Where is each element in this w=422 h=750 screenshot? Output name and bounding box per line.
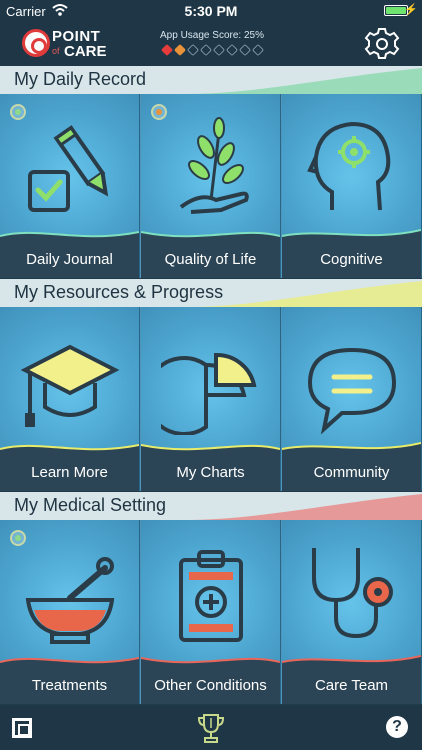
usage-dot <box>238 43 251 57</box>
tile-learn-more[interactable]: Learn More <box>0 307 140 491</box>
tile-care-team[interactable]: Care Team <box>282 520 422 704</box>
pie-chart-icon <box>161 352 257 435</box>
usage-score: App Usage Score: 25% <box>160 30 264 57</box>
tile-label: Quality of Life <box>164 251 257 268</box>
usage-dot <box>160 43 173 57</box>
mortar-pestle-icon <box>25 557 115 644</box>
graduation-cap-icon <box>20 344 120 427</box>
usage-dot <box>199 43 212 57</box>
app-header: POINT of CARE App Usage Score: 25% <box>0 22 422 66</box>
tile-label: Cognitive <box>320 251 383 268</box>
charging-icon: ⚡ <box>404 4 418 16</box>
clipboard-icon <box>179 550 243 642</box>
tile-quality-of-life[interactable]: Quality of Life <box>141 94 281 278</box>
tile-row-daily-record: Daily Journal Quality of Life Cognitive <box>0 94 422 278</box>
tile-my-charts[interactable]: My Charts <box>141 307 281 491</box>
tile-row-resources-progress: Learn More My Charts Community <box>0 307 422 491</box>
usage-dot <box>225 43 238 57</box>
stethoscope-icon <box>312 548 393 639</box>
usage-dot <box>212 43 225 57</box>
plant-hand-icon <box>179 117 249 214</box>
usage-score-meter <box>160 43 264 57</box>
section-title: My Daily Record <box>14 69 147 89</box>
tile-row-medical-setting: Treatments Other Conditions Care Team <box>0 520 422 704</box>
qr-scan-icon[interactable] <box>12 718 32 738</box>
tile-label: Daily Journal <box>26 251 113 268</box>
section-title: My Resources & Progress <box>14 282 224 302</box>
help-button[interactable]: ? <box>386 716 408 738</box>
tile-label: Other Conditions <box>154 677 267 694</box>
chat-bubble-icon <box>307 347 397 435</box>
section-header-daily-record: My Daily Record <box>0 66 422 94</box>
point-of-care-logo: POINT of CARE <box>22 26 117 60</box>
bottom-toolbar: ? <box>0 706 422 750</box>
section-header-resources-progress: My Resources & Progress <box>0 279 422 307</box>
head-gear-icon <box>307 121 391 211</box>
journal-pencil-icon <box>28 125 109 212</box>
tile-label: Care Team <box>314 677 389 694</box>
tile-label: Learn More <box>31 464 108 481</box>
usage-dot <box>251 43 264 57</box>
section-header-medical-setting: My Medical Setting <box>0 492 422 520</box>
tile-label: Community <box>313 464 390 481</box>
tile-cognitive[interactable]: Cognitive <box>282 94 422 278</box>
status-bar: Carrier 5:30 PM ⚡ <box>0 0 422 22</box>
tile-treatments[interactable]: Treatments <box>0 520 140 704</box>
usage-dot <box>173 43 186 57</box>
tile-other-conditions[interactable]: Other Conditions <box>141 520 281 704</box>
usage-dot <box>186 43 199 57</box>
tile-label: Treatments <box>31 677 108 694</box>
clock: 5:30 PM <box>184 3 238 19</box>
trophy-icon[interactable] <box>196 712 226 744</box>
tile-daily-journal[interactable]: Daily Journal <box>0 94 140 278</box>
tile-community[interactable]: Community <box>282 307 422 491</box>
usage-score-label: App Usage Score: 25% <box>160 30 264 41</box>
settings-gear-icon[interactable] <box>364 26 400 62</box>
section-title: My Medical Setting <box>14 495 167 515</box>
tile-label: My Charts <box>176 464 245 481</box>
